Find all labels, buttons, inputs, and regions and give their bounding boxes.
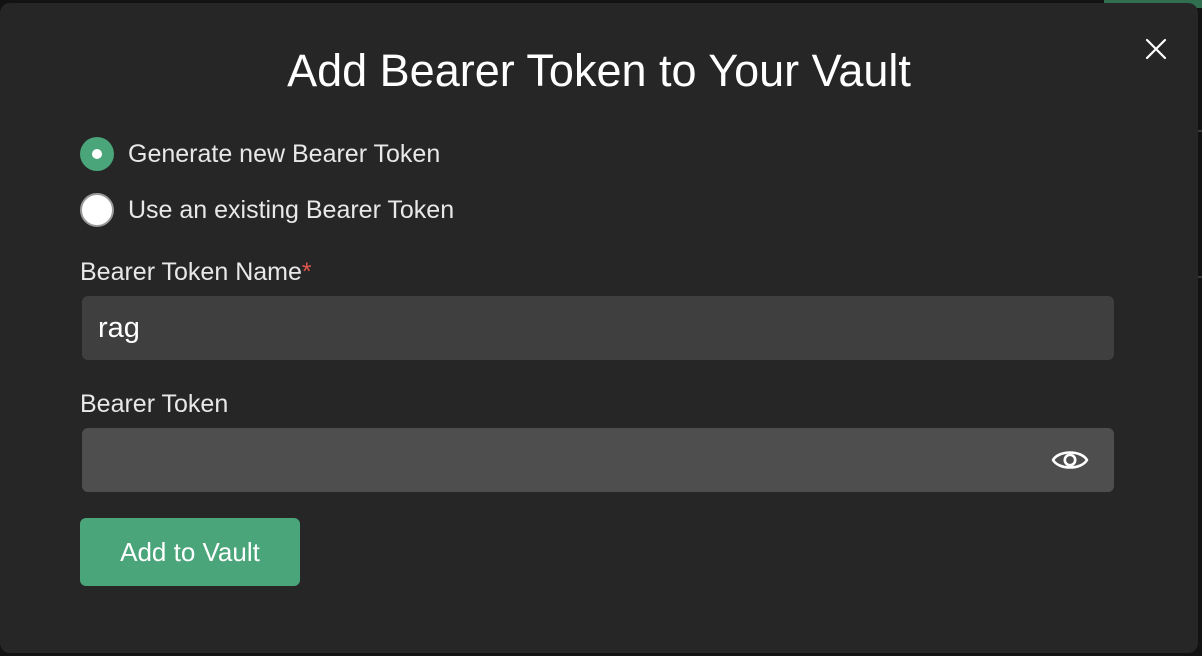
token-name-label: Bearer Token Name*	[80, 257, 312, 287]
radio-generate-new[interactable]: Generate new Bearer Token	[80, 136, 440, 172]
radio-button-unchecked[interactable]	[80, 193, 114, 227]
bearer-token-label: Bearer Token	[80, 390, 229, 418]
toggle-visibility-button[interactable]	[1050, 444, 1090, 476]
add-to-vault-button[interactable]: Add to Vault	[80, 518, 300, 586]
radio-button-checked[interactable]	[80, 137, 114, 171]
radio-label: Use an existing Bearer Token	[128, 196, 455, 224]
bearer-token-input[interactable]	[82, 428, 1114, 492]
token-name-input[interactable]	[82, 296, 1114, 360]
radio-dot	[92, 149, 102, 159]
backdrop-divider	[1198, 276, 1202, 278]
token-name-label-text: Bearer Token Name	[80, 258, 302, 286]
radio-label: Generate new Bearer Token	[128, 140, 441, 168]
required-marker: *	[301, 258, 312, 286]
add-bearer-token-dialog: Add Bearer Token to Your Vault Generate …	[0, 3, 1198, 653]
eye-icon	[1051, 451, 1089, 469]
radio-use-existing[interactable]: Use an existing Bearer Token	[80, 192, 454, 228]
dialog-title: Add Bearer Token to Your Vault	[287, 45, 911, 96]
backdrop-divider	[1198, 130, 1202, 132]
